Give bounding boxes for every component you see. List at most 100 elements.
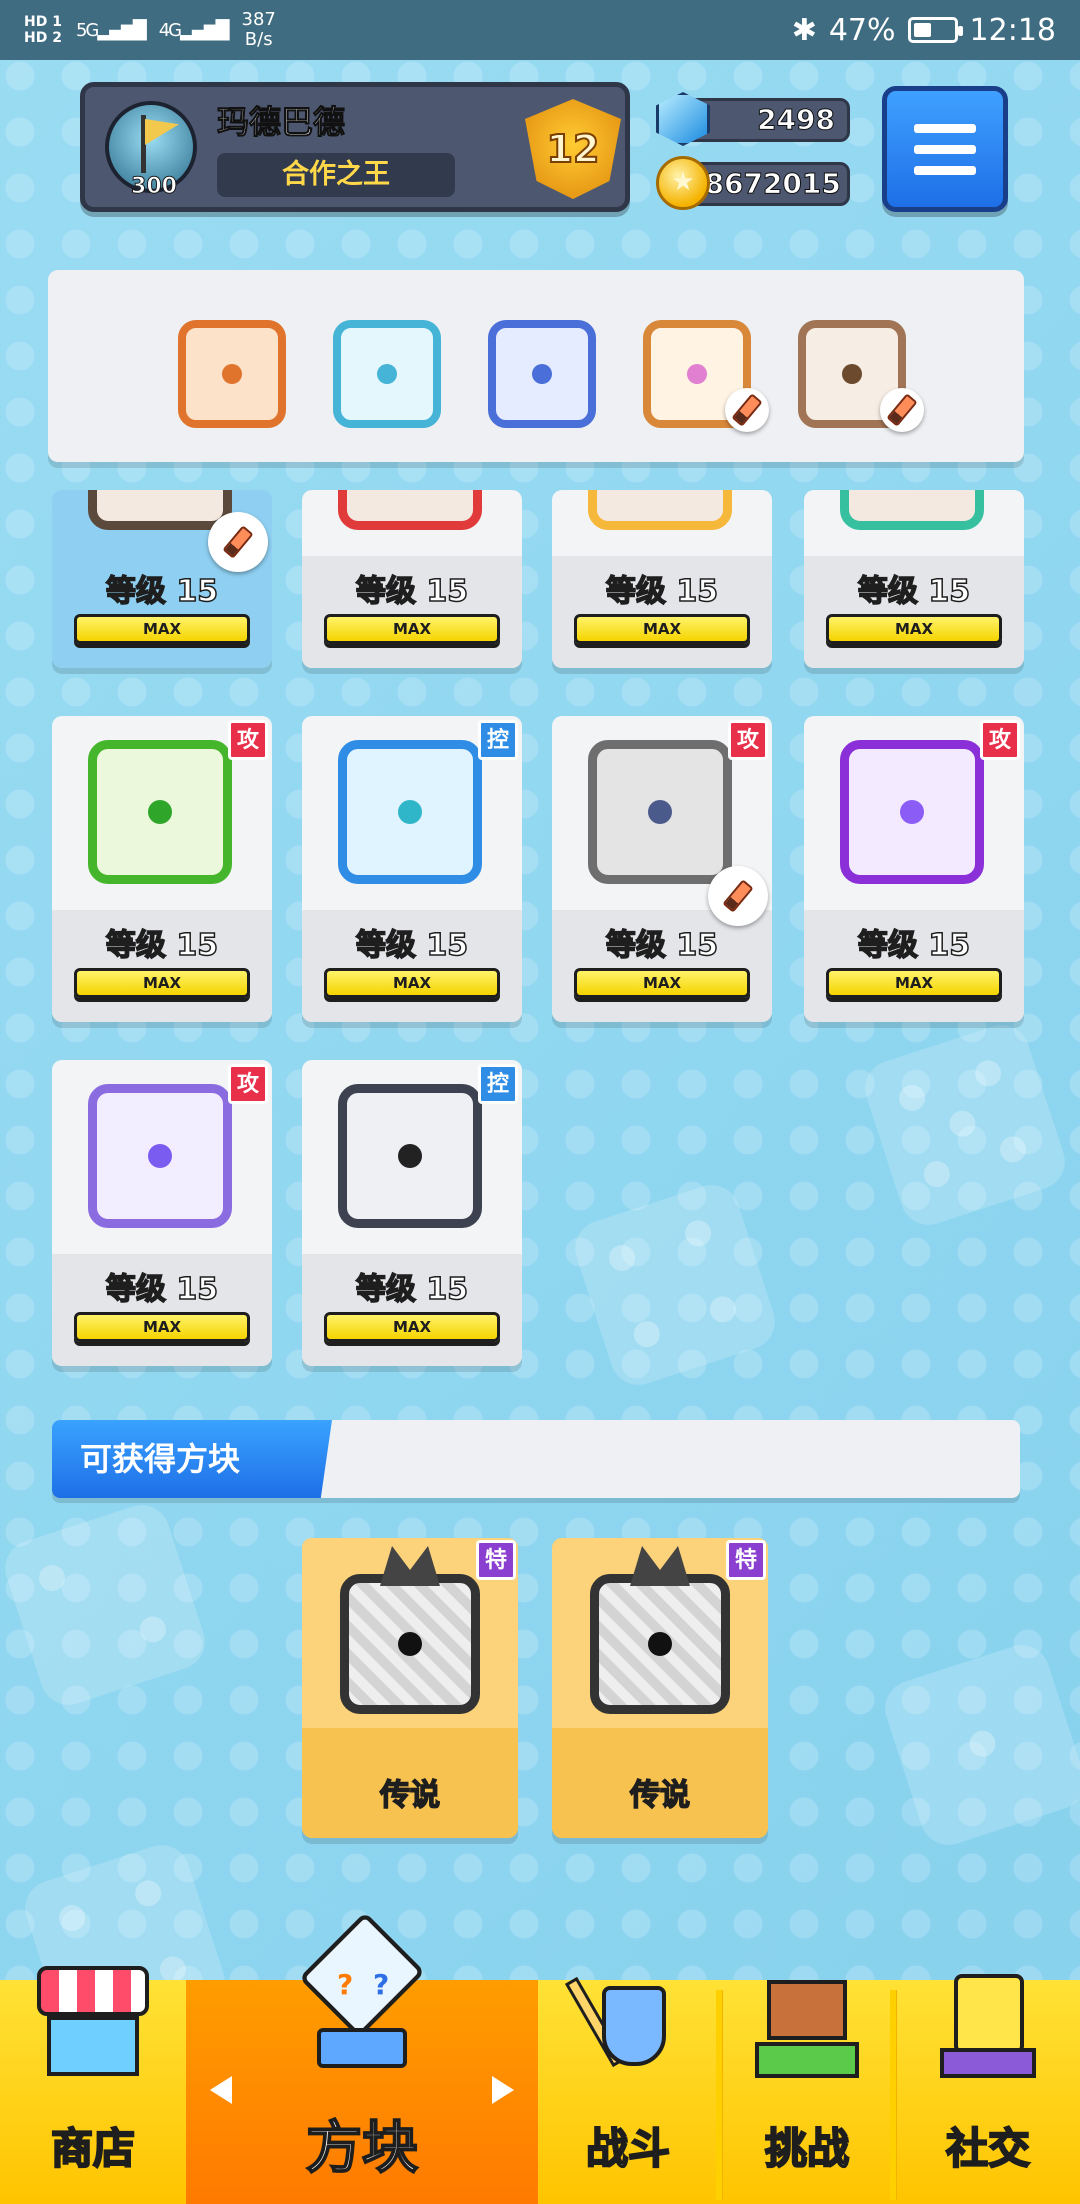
dice-level: 等级 15 — [105, 1271, 219, 1308]
coin-counter[interactable]: ★ 18672015 — [656, 156, 850, 210]
max-upgrade-bar[interactable]: MAX — [74, 968, 250, 998]
menu-button[interactable] — [882, 86, 1008, 212]
dice-face-icon — [588, 740, 732, 884]
dice-type-badge: 控 — [478, 1064, 518, 1104]
dice-card-inner: 等级 15 MAX 控 — [302, 1060, 522, 1366]
pencil-icon[interactable] — [208, 512, 268, 572]
dice-type-badge: 特 — [476, 1540, 516, 1580]
max-upgrade-bar[interactable]: MAX — [574, 614, 750, 644]
dice-level: 等级 15 — [105, 573, 219, 610]
pencil-icon[interactable] — [725, 388, 769, 432]
dice-card[interactable]: 等级 15 MAX 攻 — [52, 716, 272, 1022]
max-upgrade-bar[interactable]: MAX — [324, 968, 500, 998]
dice-pip — [398, 1632, 422, 1656]
max-upgrade-bar[interactable]: MAX — [826, 968, 1002, 998]
coin-icon: ★ — [656, 156, 710, 210]
dice-level: 等级 15 — [605, 573, 719, 610]
status-bar: HD 1 HD 2 5G▂▄▆█ 4G▂▄▆█ 387 B/s ✱ 47% 12… — [0, 0, 1080, 60]
dice-level: 等级 15 — [355, 573, 469, 610]
rank-badge[interactable]: 12 — [525, 99, 621, 199]
dice-card[interactable]: 等级 15 MAX 攻 — [804, 716, 1024, 1022]
sim1-label: HD 1 — [24, 14, 62, 30]
shop-icon — [37, 1966, 149, 2086]
player-title: 合作之王 — [217, 153, 455, 197]
nav-battle-label: 战斗 — [585, 2123, 671, 2174]
deck-slot-3[interactable] — [488, 320, 596, 428]
nav-battle[interactable]: 战斗 — [538, 1976, 718, 2204]
dice-level: 等级 15 — [857, 573, 971, 610]
dice-level: 等级 15 — [355, 1271, 469, 1308]
dice-card-inner: 等级 15 MAX 攻 — [804, 716, 1024, 1022]
arrow-left-icon[interactable] — [210, 2076, 232, 2104]
obtainable-section-header: 可获得方块 — [52, 1420, 1020, 1498]
max-upgrade-bar[interactable]: MAX — [574, 968, 750, 998]
flag-icon — [145, 119, 179, 145]
speed-unit: B/s — [244, 29, 273, 50]
hamburger-line — [914, 123, 976, 133]
nav-challenge-label: 挑战 — [764, 2123, 850, 2174]
max-upgrade-bar[interactable]: MAX — [324, 614, 500, 644]
dice-cube-icon: ? ? — [287, 1910, 437, 2080]
dice-card-inner: 等级 15 MAX 攻 — [52, 716, 272, 1022]
dice-level: 等级 15 — [105, 927, 219, 964]
deck-panel — [48, 270, 1024, 462]
network1-label: 5G — [75, 19, 99, 41]
dice-face-icon — [338, 490, 482, 530]
deck-slot-2[interactable] — [333, 320, 441, 428]
profile-panel[interactable]: 300 玛德巴德 合作之王 12 — [80, 82, 630, 212]
dice-pip — [687, 364, 707, 384]
dice-type-badge: 攻 — [728, 720, 768, 760]
battle-icon — [564, 1966, 684, 2086]
pencil-icon[interactable] — [880, 388, 924, 432]
dice-pip — [148, 1144, 172, 1168]
max-upgrade-bar[interactable]: MAX — [74, 614, 250, 644]
signal-bars-icon: ▂▄▆█ — [97, 19, 146, 41]
dice-type-badge: 特 — [726, 1540, 766, 1580]
arrow-right-icon[interactable] — [492, 2076, 514, 2104]
pencil-icon[interactable] — [708, 866, 768, 926]
dice-face-icon — [88, 490, 232, 530]
background-dice-icon — [567, 1177, 783, 1393]
avatar[interactable]: 300 — [105, 101, 197, 200]
dice-card[interactable]: 等级 15 MAX 控 — [302, 1060, 522, 1366]
dice-pip — [842, 364, 862, 384]
signal-5g: 5G▂▄▆█ — [75, 19, 147, 41]
gem-counter[interactable]: 2498 — [656, 92, 850, 146]
dice-card[interactable]: 等级 15 MAX — [302, 490, 522, 668]
dice-pip — [648, 1632, 672, 1656]
network-speed: 387 B/s — [242, 10, 276, 50]
dice-card[interactable]: 等级 15 MAX — [552, 490, 772, 668]
dice-face-icon — [840, 740, 984, 884]
background-dice-icon — [877, 1637, 1080, 1853]
max-upgrade-bar[interactable]: MAX — [324, 1312, 500, 1342]
battery-icon — [907, 17, 963, 43]
dice-card-inner: 等级 15 MAX 攻 — [52, 1060, 272, 1366]
signal-bars-icon: ▂▄▆█ — [180, 19, 229, 41]
bluetooth-icon: ✱ — [791, 12, 817, 48]
dice-level: 等级 15 — [355, 927, 469, 964]
nav-social[interactable]: 社交 — [896, 1974, 1080, 2204]
nav-dice[interactable]: ? ? 方块 — [186, 1911, 538, 2204]
dice-card-inner: 等级 15 MAX — [804, 490, 1024, 668]
rarity-label: 传说 — [629, 1777, 691, 1814]
max-upgrade-bar[interactable]: MAX — [826, 614, 1002, 644]
nav-social-label: 社交 — [945, 2123, 1031, 2174]
dice-card[interactable]: 等级 15 MAX 控 — [302, 716, 522, 1022]
background-dice-icon — [0, 1497, 213, 1713]
legendary-dice-card[interactable]: 传说 特 — [552, 1538, 768, 1838]
sim-labels: HD 1 HD 2 — [24, 14, 62, 46]
hamburger-line — [914, 165, 976, 175]
legendary-dice-card[interactable]: 传说 特 — [302, 1538, 518, 1838]
dice-pip — [532, 364, 552, 384]
dice-card[interactable]: 等级 15 MAX 攻 — [52, 1060, 272, 1366]
max-upgrade-bar[interactable]: MAX — [74, 1312, 250, 1342]
background-dice-icon — [857, 1017, 1073, 1233]
dice-card[interactable]: 等级 15 MAX — [804, 490, 1024, 668]
obtainable-tab[interactable]: 可获得方块 — [52, 1420, 332, 1498]
clock: 12:18 — [969, 12, 1056, 48]
nav-shop[interactable]: 商店 — [0, 1966, 186, 2204]
nav-challenge[interactable]: 挑战 — [722, 1980, 892, 2204]
legendary-dice-icon — [340, 1574, 480, 1714]
deck-slot-1[interactable] — [178, 320, 286, 428]
dice-level: 等级 15 — [857, 927, 971, 964]
